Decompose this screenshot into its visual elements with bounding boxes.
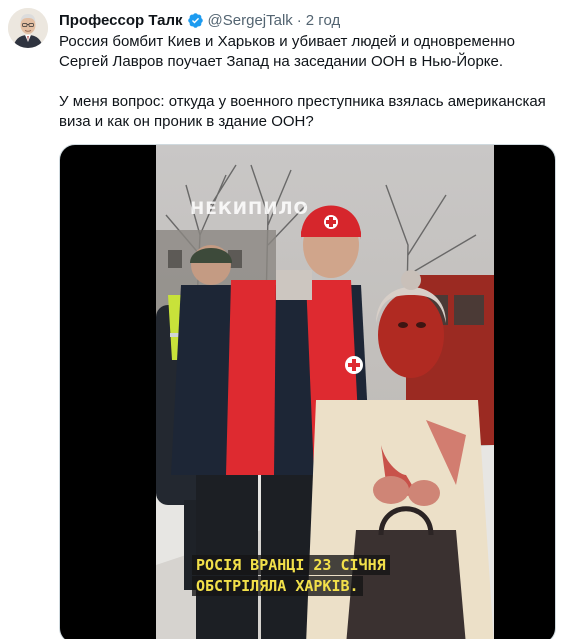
verified-badge-icon <box>187 12 203 28</box>
video-caption-line-2: ОБСТРІЛЯЛА ХАРКІВ. <box>192 576 363 596</box>
timestamp[interactable]: 2 год <box>306 12 340 29</box>
tweet-text: Россия бомбит Киев и Харьков и убивает л… <box>59 32 559 132</box>
video-player[interactable]: НЕКИПИЛО РОСІЯ ВРАНЦІ 23 СІЧНЯ ОБСТРІЛЯЛ… <box>59 144 556 639</box>
video-watermark: НЕКИПИЛО <box>190 199 309 219</box>
tweet-header: Профессор Талк @SergejTalk · 2 год <box>59 10 340 30</box>
tweet-paragraph-2: У меня вопрос: откуда у военного преступ… <box>59 93 546 130</box>
video-caption-line-1: РОСІЯ ВРАНЦІ 23 СІЧНЯ <box>192 555 390 575</box>
author-name[interactable]: Профессор Талк <box>59 12 183 29</box>
avatar[interactable] <box>8 8 48 48</box>
video-caption: РОСІЯ ВРАНЦІ 23 СІЧНЯ ОБСТРІЛЯЛА ХАРКІВ. <box>192 555 390 597</box>
tweet: Профессор Талк @SergejTalk · 2 год Росси… <box>0 0 569 639</box>
tweet-paragraph-1: Россия бомбит Киев и Харьков и убивает л… <box>59 33 515 70</box>
video-frame: НЕКИПИЛО РОСІЯ ВРАНЦІ 23 СІЧНЯ ОБСТРІЛЯЛ… <box>156 145 494 639</box>
separator-dot: · <box>296 11 302 29</box>
author-handle[interactable]: @SergejTalk <box>208 12 293 29</box>
avatar-image <box>8 8 48 48</box>
